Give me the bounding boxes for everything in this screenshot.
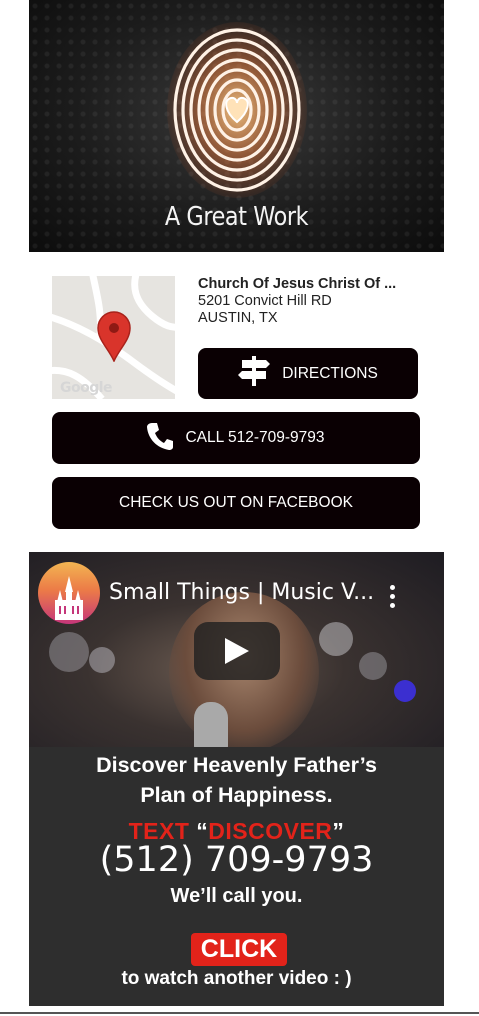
hero-title: A Great Work: [164, 202, 309, 232]
facebook-label: CHECK US OUT ON FACEBOOK: [119, 494, 353, 511]
church-name: Church Of Jesus Christ Of ...: [198, 276, 397, 292]
promo-phone-number: (512) 709-9793: [99, 840, 374, 880]
channel-avatar[interactable]: [38, 562, 100, 624]
directions-button[interactable]: DIRECTIONS: [198, 348, 418, 399]
phone-icon: [147, 422, 174, 455]
video-embed[interactable]: Small Things | Music V... Discover Heave…: [29, 552, 444, 1006]
fingerprint-heart-graphic: [167, 22, 307, 198]
promo-call-note: We’ll call you.: [170, 885, 303, 907]
call-button[interactable]: CALL 512-709-9793: [52, 412, 420, 464]
signpost-icon: [238, 356, 271, 391]
promo-headline-line-2: Plan of Happiness.: [140, 783, 333, 807]
promo-another-video: to watch another video : ): [121, 968, 352, 989]
address-line-1: 5201 Convict Hill RD: [198, 293, 332, 309]
click-button[interactable]: CLICK: [191, 933, 287, 966]
facebook-button[interactable]: CHECK US OUT ON FACEBOOK: [52, 477, 420, 529]
play-icon: [225, 638, 249, 664]
call-label: CALL 512-709-9793: [185, 429, 325, 446]
microphone-graphic: [194, 702, 228, 747]
promo-headline-line-1: Discover Heavenly Father’s: [96, 753, 377, 777]
video-title[interactable]: Small Things | Music V...: [109, 580, 379, 605]
location-map[interactable]: Google: [52, 276, 175, 399]
directions-label: DIRECTIONS: [282, 364, 378, 382]
map-pin-icon: [97, 311, 131, 362]
more-options-icon[interactable]: [387, 585, 397, 611]
hero-banner: A Great Work: [29, 0, 444, 252]
play-button[interactable]: [194, 622, 280, 680]
map-attribution: Google: [60, 380, 113, 396]
address-line-2: AUSTIN, TX: [198, 310, 278, 326]
bottom-divider: [0, 1012, 479, 1014]
